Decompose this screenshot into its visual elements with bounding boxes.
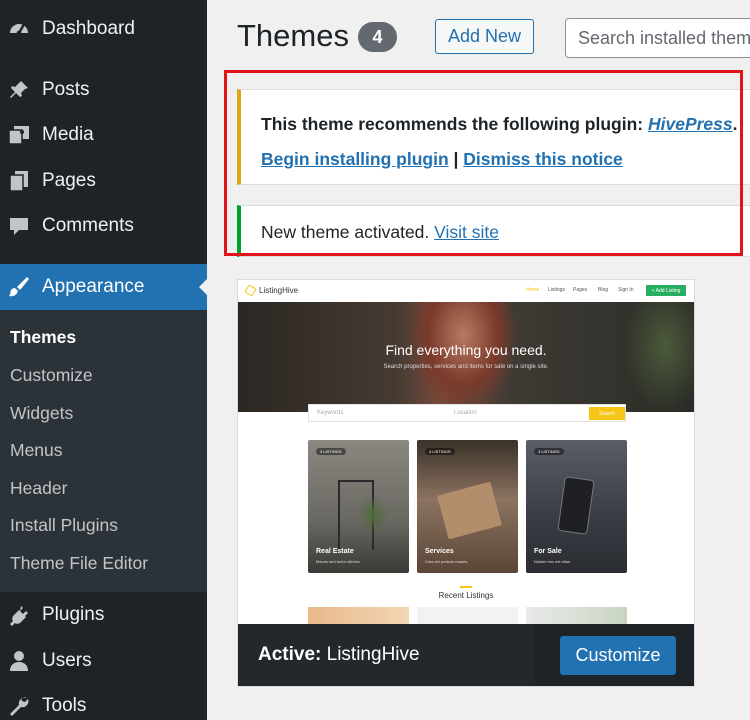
menu-plugins[interactable]: Plugins [0,594,207,636]
preview-nav-signin: Sign In [618,287,634,293]
menu-appearance-label: Appearance [42,276,145,297]
category-subtitle: Cras vel pretium mauris. [425,559,469,564]
plug-icon [6,602,32,628]
theme-card-footer: Active: ListingHive Customize [238,624,694,686]
category-title: Real Estate [316,548,354,555]
submenu-theme-file-editor[interactable]: Theme File Editor [10,553,148,574]
phone-shape [557,476,595,535]
menu-users-label: Users [42,650,92,671]
preview-logo-text: ListingHive [259,286,299,295]
preview-nav-blog: Blog [598,287,609,293]
preview-search-button: Search [589,407,625,420]
menu-tools-label: Tools [42,695,87,716]
preview-recent-listings-title: Recent Listings [438,591,494,600]
search-themes-input[interactable]: Search installed themes... [565,18,750,58]
dashboard-icon [6,16,32,42]
theme-count-badge: 4 [358,22,397,52]
preview-category-services: 4 LISTINGS Services Cras vel pretium mau… [417,440,518,573]
plant-shape [358,495,388,535]
page-title: Themes [237,18,349,53]
preview-recent-listing [417,607,518,624]
menu-appearance[interactable]: Appearance [0,264,208,310]
preview-nav-listings: Listings [548,287,565,293]
menu-comments[interactable]: Comments [0,205,207,247]
submenu-widgets[interactable]: Widgets [10,403,73,424]
preview-hero: Find everything you need. Search propert… [238,302,694,412]
preview-location-field: Location [454,410,477,416]
preview-search-bar: Keywords Location Search [308,404,626,422]
wrench-icon [6,693,32,719]
recent-title-accent [460,586,472,588]
category-title: For Sale [534,548,562,555]
menu-pages[interactable]: Pages [0,160,207,202]
preview-recent-listing [308,607,409,624]
menu-tools[interactable]: Tools [0,685,207,720]
menu-posts-label: Posts [42,79,90,100]
theme-screenshot[interactable]: ListingHive Home Listings Pages Blog Sig… [238,280,694,624]
active-prefix: Active: [258,644,322,665]
submenu-install-plugins[interactable]: Install Plugins [10,515,118,536]
preview-recent-listing [526,607,627,624]
preview-add-listing-button: + Add Listing [646,285,686,296]
customize-button[interactable]: Customize [560,636,676,675]
user-icon [6,648,32,674]
add-new-button[interactable]: Add New [435,19,534,54]
category-subtitle: Nullam nec est vitae. [534,559,572,564]
menu-users[interactable]: Users [0,640,207,682]
menu-dashboard-label: Dashboard [42,18,135,39]
appearance-submenu: Themes Customize Widgets Menus Header In… [0,310,207,592]
submenu-header[interactable]: Header [10,478,67,499]
menu-media[interactable]: Media [0,114,207,156]
preview-hero-title: Find everything you need. [385,342,547,358]
category-tag: 4 LISTINGS [425,448,455,455]
preview-category-for-sale: 3 LISTINGS For Sale Nullam nec est vitae… [526,440,627,573]
admin-sidebar: Dashboard Posts Media Pages Comments App… [0,0,208,720]
active-theme-name: ListingHive [326,644,420,665]
preview-hero-subtitle: Search properties, services and items fo… [383,364,549,370]
pages-icon [6,168,32,194]
preview-nav-home: Home [526,287,540,293]
box-shape [437,481,502,540]
menu-pages-label: Pages [42,170,96,191]
submenu-menus[interactable]: Menus [10,440,63,461]
preview-nav-pages: Pages [573,287,588,293]
preview-navbar: ListingHive Home Listings Pages Blog Sig… [238,280,694,302]
active-theme-label: Active: ListingHive [258,644,420,666]
menu-plugins-label: Plugins [42,604,105,625]
active-theme-card[interactable]: ListingHive Home Listings Pages Blog Sig… [237,279,695,687]
preview-keywords-field: Keywords [317,410,344,416]
category-title: Services [425,548,454,555]
category-tag: 3 LISTINGS [316,448,346,455]
menu-comments-label: Comments [42,215,134,236]
pin-icon [6,77,32,103]
preview-category-real-estate: 3 LISTINGS Real Estate Mauris sed tortor… [308,440,409,573]
category-tag: 3 LISTINGS [534,448,564,455]
comment-icon [6,213,32,239]
media-icon [6,122,32,148]
submenu-themes[interactable]: Themes [10,327,76,348]
hive-logo-icon [244,284,257,297]
brush-icon [6,274,32,300]
submenu-customize[interactable]: Customize [10,365,93,386]
menu-media-label: Media [42,124,94,145]
menu-dashboard[interactable]: Dashboard [0,8,207,50]
category-subtitle: Mauris sed tortor ultrices. [316,559,361,564]
menu-posts[interactable]: Posts [0,69,207,111]
highlight-annotation-box [224,70,743,256]
